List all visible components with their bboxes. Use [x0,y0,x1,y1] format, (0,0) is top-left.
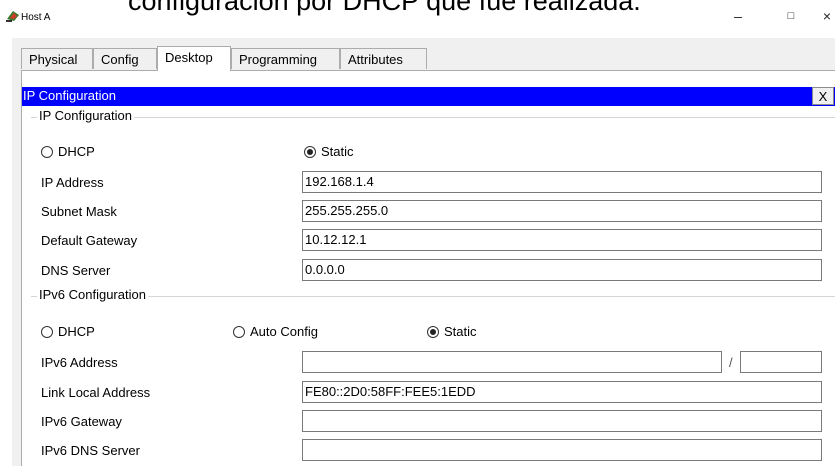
tab-desktop[interactable]: Desktop [157,46,231,71]
tab-config[interactable]: Config [93,48,157,69]
desktop-content: IP Configuration X IP Configuration DHCP… [21,71,835,466]
ipv6-legend: IPv6 Configuration [37,287,148,302]
link-local-address-label: Link Local Address [41,385,151,400]
ip-address-field[interactable]: 192.168.1.4 [302,171,822,193]
minimize-button[interactable]: – [724,6,752,26]
ipv4-static-radio[interactable]: Static [304,144,354,159]
dialog-titlebar: IP Configuration X [22,87,835,106]
ip-address-label: IP Address [41,175,104,190]
ipv6-dns-server-field[interactable] [302,439,822,461]
dns-server-label: DNS Server [41,263,111,278]
prefix-separator: / [729,355,733,370]
ipv6-gateway-label: IPv6 Gateway [41,414,122,429]
ipv6-prefix-field[interactable] [740,351,822,373]
window-title: Host A [21,12,51,23]
app-icon [6,11,19,22]
ipv6-dns-server-label: IPv6 DNS Server [41,443,140,458]
ipv6-auto-config-radio[interactable]: Auto Config [233,324,318,339]
tab-programming[interactable]: Programming [231,48,340,69]
tab-physical[interactable]: Physical [21,48,93,69]
ipv4-legend: IP Configuration [37,108,134,123]
tab-attributes[interactable]: Attributes [340,48,427,69]
radio-off-icon [41,146,53,158]
main-panel: Physical Config Desktop Programming Attr… [12,38,835,466]
default-gateway-field[interactable]: 10.12.12.1 [302,229,822,251]
subnet-mask-field[interactable]: 255.255.255.0 [302,200,822,222]
radio-on-icon [427,326,439,338]
close-window-button[interactable]: × [817,6,835,26]
default-gateway-label: Default Gateway [41,233,138,248]
radio-off-icon [233,326,245,338]
link-local-address-field[interactable]: FE80::2D0:58FF:FEE5:1EDD [302,381,822,403]
ipv6-static-radio[interactable]: Static [427,324,477,339]
ipv6-address-field[interactable] [302,351,722,373]
window-titlebar: Host A – □ × [0,0,835,32]
dialog-title: IP Configuration [23,88,116,103]
dialog-close-button[interactable]: X [812,87,834,105]
radio-on-icon [304,146,316,158]
ipv6-gateway-field[interactable] [302,410,822,432]
maximize-button[interactable]: □ [777,6,805,26]
ipv6-address-label: IPv6 Address [41,355,118,370]
dns-server-field[interactable]: 0.0.0.0 [302,259,822,281]
ipv6-dhcp-radio[interactable]: DHCP [41,324,95,339]
ipv4-dhcp-radio[interactable]: DHCP [41,144,95,159]
subnet-mask-label: Subnet Mask [41,204,117,219]
radio-off-icon [41,326,53,338]
